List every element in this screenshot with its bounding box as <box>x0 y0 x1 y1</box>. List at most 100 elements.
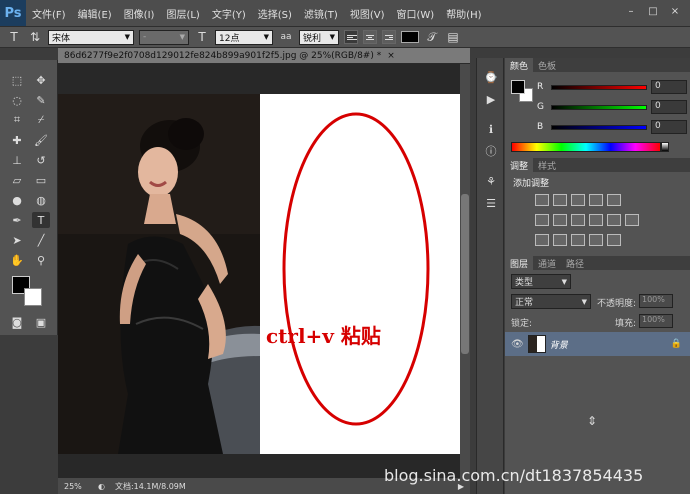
menu-file[interactable]: 文件(F) <box>26 6 72 21</box>
properties-panel-icon[interactable]: ⓘ <box>481 142 501 160</box>
vertical-scrollbar[interactable] <box>460 64 470 478</box>
character-panel-icon[interactable]: ▤ <box>445 30 461 44</box>
brush-panel-icon[interactable]: ⚘ <box>481 172 501 190</box>
blur-tool-icon[interactable]: ● <box>8 192 26 208</box>
adjustment-icon[interactable] <box>607 234 621 246</box>
brush-presets-icon[interactable]: ☰ <box>481 194 501 212</box>
adjustment-icon[interactable] <box>589 194 603 206</box>
menu-window[interactable]: 窗口(W) <box>390 6 440 21</box>
hand-tool-icon[interactable]: ✋ <box>8 252 26 268</box>
layer-filter-select[interactable]: 类型 ▼ <box>511 274 571 289</box>
color-panel-foreground[interactable] <box>511 80 525 94</box>
red-slider[interactable] <box>551 84 647 90</box>
adjustment-icon[interactable] <box>553 214 567 226</box>
menu-filter[interactable]: 滤镜(T) <box>298 6 344 21</box>
eye-icon[interactable]: 👁 <box>511 339 524 350</box>
restore-button[interactable]: □ <box>644 4 662 18</box>
adjustment-icon[interactable] <box>535 194 549 206</box>
dodge-tool-icon[interactable]: ◍ <box>32 192 50 208</box>
adjustment-icon[interactable] <box>589 234 603 246</box>
text-color-swatch[interactable] <box>401 31 419 43</box>
font-size-select[interactable]: 12点 ▼ <box>215 29 273 45</box>
quick-select-tool-icon[interactable]: ✎ <box>32 92 50 108</box>
tab-layers[interactable]: 图层 <box>505 256 534 270</box>
lasso-tool-icon[interactable]: ◌ <box>8 92 26 108</box>
move-tool-icon[interactable]: ✥ <box>32 72 50 88</box>
menu-type[interactable]: 文字(Y) <box>206 6 252 21</box>
orientation-toggle-icon[interactable]: ⇅ <box>27 30 43 44</box>
blend-mode-select[interactable]: 正常 ▼ <box>511 294 591 309</box>
close-icon[interactable]: × <box>387 51 395 61</box>
minimize-button[interactable]: – <box>622 4 640 18</box>
history-brush-tool-icon[interactable]: ↺ <box>32 152 50 168</box>
font-style-select[interactable]: - ▼ <box>139 29 189 45</box>
history-panel-icon[interactable]: ⌚ <box>481 68 501 86</box>
gradient-tool-icon[interactable]: ▭ <box>32 172 50 188</box>
adjustment-icon[interactable] <box>625 214 639 226</box>
tab-color[interactable]: 颜色 <box>505 58 534 72</box>
align-right-button[interactable] <box>382 30 396 44</box>
adjustment-icon[interactable] <box>589 214 603 226</box>
photo-image <box>58 94 260 454</box>
fill-field[interactable]: 100% <box>639 314 673 328</box>
actions-panel-icon[interactable]: ▶ <box>481 90 501 108</box>
adjustment-icon[interactable] <box>553 194 567 206</box>
antialias-select[interactable]: 锐利 ▼ <box>299 29 339 45</box>
crop-tool-icon[interactable]: ⌗ <box>8 112 26 128</box>
scrollbar-thumb[interactable] <box>461 194 469 354</box>
healing-brush-tool-icon[interactable]: ✚ <box>8 132 26 148</box>
menu-help[interactable]: 帮助(H) <box>440 6 487 21</box>
layer-row[interactable]: 👁 背景 🔒 <box>505 332 690 356</box>
adjustment-icon[interactable] <box>535 214 549 226</box>
tab-adjustments[interactable]: 调整 <box>505 158 534 172</box>
green-value[interactable]: 0 <box>651 100 687 114</box>
red-value[interactable]: 0 <box>651 80 687 94</box>
tab-swatches[interactable]: 色板 <box>533 58 561 72</box>
adjustment-icon[interactable] <box>571 234 585 246</box>
document-tab[interactable]: 86d6277f9e2f0708d129012fe824b899a901f2f5… <box>58 48 470 64</box>
zoom-level[interactable]: 25% <box>64 482 88 491</box>
adjustment-icon[interactable] <box>535 234 549 246</box>
blue-slider[interactable] <box>551 124 647 130</box>
green-slider[interactable] <box>551 104 647 110</box>
font-family-select[interactable]: 宋体 ▼ <box>48 29 134 45</box>
close-button[interactable]: × <box>666 4 684 18</box>
color-spectrum[interactable] <box>511 142 661 152</box>
tab-channels[interactable]: 通道 <box>533 256 561 270</box>
tab-paths[interactable]: 路径 <box>561 256 589 270</box>
quick-mask-icon[interactable]: ◙ <box>8 314 26 330</box>
align-center-button[interactable] <box>363 30 377 44</box>
tab-styles[interactable]: 样式 <box>533 158 561 172</box>
menu-view[interactable]: 视图(V) <box>344 6 391 21</box>
warp-text-icon[interactable]: 𝒯 <box>424 30 440 45</box>
eraser-tool-icon[interactable]: ▱ <box>8 172 26 188</box>
menu-select[interactable]: 选择(S) <box>252 6 298 21</box>
adjustment-icon[interactable] <box>607 194 621 206</box>
grayscale-ramp[interactable] <box>661 142 669 152</box>
adjustment-icon[interactable] <box>607 214 621 226</box>
align-left-button[interactable] <box>344 30 358 44</box>
status-info-icon[interactable]: ◐ <box>98 482 105 491</box>
menu-edit[interactable]: 编辑(E) <box>72 6 118 21</box>
line-tool-icon[interactable]: ╱ <box>32 232 50 248</box>
background-color-swatch[interactable] <box>24 288 42 306</box>
pen-tool-icon[interactable]: ✒ <box>8 212 26 228</box>
screen-mode-icon[interactable]: ▣ <box>32 314 50 330</box>
eyedropper-tool-icon[interactable]: ⌿ <box>32 112 50 128</box>
type-tool-preset-icon[interactable]: T <box>6 30 22 44</box>
opacity-field[interactable]: 100% <box>639 294 673 308</box>
brush-tool-icon[interactable]: 🖌 <box>32 132 50 148</box>
blue-value[interactable]: 0 <box>651 120 687 134</box>
path-selection-tool-icon[interactable]: ➤ <box>8 232 26 248</box>
info-panel-icon[interactable]: ℹ <box>481 120 501 138</box>
marquee-tool-icon[interactable]: ⬚ <box>8 72 26 88</box>
adjustment-icon[interactable] <box>571 214 585 226</box>
type-tool-icon[interactable]: T <box>32 212 50 228</box>
clone-stamp-tool-icon[interactable]: ⊥ <box>8 152 26 168</box>
menu-image[interactable]: 图像(I) <box>118 6 161 21</box>
canvas-area[interactable]: ctrl+v 粘贴 <box>58 64 460 478</box>
adjustment-icon[interactable] <box>553 234 567 246</box>
zoom-tool-icon[interactable]: ⚲ <box>32 252 50 268</box>
menu-layer[interactable]: 图层(L) <box>160 6 205 21</box>
adjustment-icon[interactable] <box>571 194 585 206</box>
